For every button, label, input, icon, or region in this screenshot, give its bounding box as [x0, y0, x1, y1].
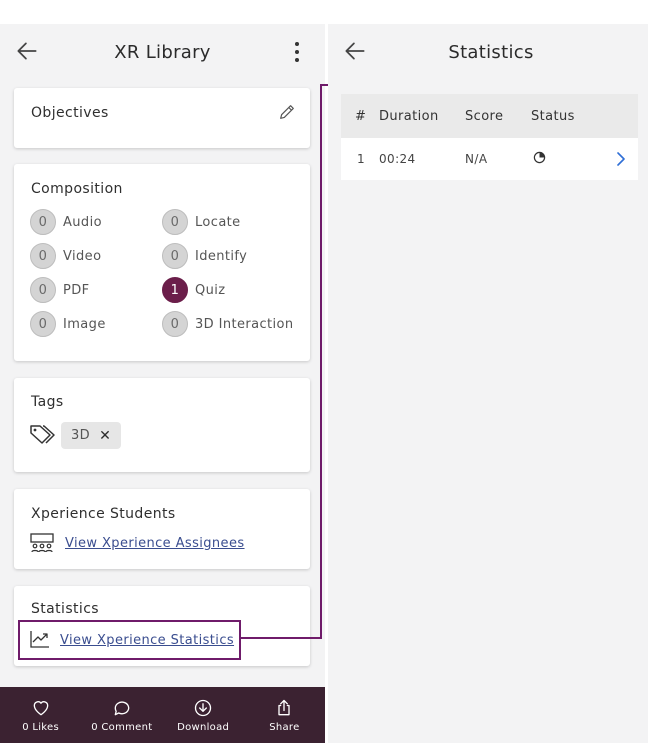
- composition-item: 1 Quiz: [162, 277, 226, 303]
- composition-item: 0 PDF: [30, 277, 90, 303]
- status-bar: [0, 0, 325, 24]
- statistics-table: # Duration Score Status 1 00:24 N/A: [341, 94, 638, 180]
- composition-count-badge: 0: [162, 243, 188, 269]
- classroom-icon: [30, 533, 54, 553]
- likes-label: 0 Likes: [22, 721, 60, 733]
- page-title: Statistics: [448, 41, 534, 63]
- table-header: # Duration Score Status: [341, 94, 638, 138]
- bottom-navigation: 0 Likes 0 Comment Download Share: [0, 687, 325, 743]
- app-bar: Statistics: [328, 24, 648, 80]
- composition-item-label: Locate: [195, 214, 241, 230]
- students-card: Xperience Students View Xperience Assign…: [14, 489, 310, 569]
- objectives-card: Objectives: [14, 88, 310, 148]
- download-label: Download: [177, 721, 230, 733]
- tag-chip: 3D ✕: [61, 422, 122, 449]
- download-button[interactable]: Download: [163, 687, 244, 743]
- composition-item-label: Quiz: [195, 282, 226, 298]
- back-arrow-icon[interactable]: [342, 38, 368, 64]
- page-title: XR Library: [114, 41, 211, 63]
- column-header-score: Score: [465, 108, 504, 124]
- tags-card: Tags 3D ✕: [14, 378, 310, 472]
- table-row[interactable]: 1 00:24 N/A: [341, 138, 638, 180]
- row-score: N/A: [465, 152, 488, 166]
- share-button[interactable]: Share: [244, 687, 325, 743]
- objectives-title: Objectives: [31, 105, 109, 121]
- composition-item: 0 Locate: [162, 209, 241, 235]
- more-options-icon[interactable]: [285, 38, 309, 66]
- composition-item-label: 3D Interaction: [195, 316, 294, 332]
- students-title: Xperience Students: [31, 506, 176, 522]
- share-label: Share: [269, 721, 300, 733]
- composition-item-label: Identify: [195, 248, 248, 264]
- statistics-highlight-box: [18, 620, 241, 660]
- composition-item-label: Audio: [63, 214, 102, 230]
- back-arrow-icon[interactable]: [14, 38, 40, 64]
- composition-count-badge: 0: [162, 311, 188, 337]
- remove-tag-icon[interactable]: ✕: [99, 428, 111, 444]
- tag-chip-label: 3D: [71, 428, 91, 443]
- statistics-title: Statistics: [31, 601, 99, 617]
- likes-button[interactable]: 0 Likes: [0, 687, 81, 743]
- composition-count-badge: 0: [30, 311, 56, 337]
- composition-count-badge: 0: [30, 243, 56, 269]
- comment-label: 0 Comment: [91, 721, 153, 733]
- statistics-screen: Statistics # Duration Score Status 1 00:…: [328, 0, 648, 743]
- composition-item-label: PDF: [63, 282, 90, 298]
- composition-title: Composition: [31, 181, 123, 197]
- composition-count-badge: 0: [30, 209, 56, 235]
- composition-count-badge: 1: [162, 277, 188, 303]
- composition-item: 0 3D Interaction: [162, 311, 294, 337]
- column-header-number: #: [355, 108, 367, 124]
- tag-icon: [30, 425, 55, 444]
- composition-item: 0 Audio: [30, 209, 102, 235]
- column-header-status: Status: [531, 108, 575, 124]
- composition-item: 0 Video: [30, 243, 101, 269]
- composition-item-label: Video: [63, 248, 102, 264]
- composition-item-label: Image: [63, 316, 106, 332]
- composition-count-badge: 0: [30, 277, 56, 303]
- comment-button[interactable]: 0 Comment: [81, 687, 162, 743]
- row-duration: 00:24: [379, 152, 416, 166]
- app-bar: XR Library: [0, 24, 325, 80]
- edit-pencil-icon[interactable]: [278, 103, 296, 121]
- share-icon: [278, 699, 291, 715]
- pie-progress-icon: [533, 151, 546, 164]
- chevron-right-icon[interactable]: [616, 152, 626, 166]
- download-icon: [194, 699, 212, 716]
- composition-item: 0 Image: [30, 311, 106, 337]
- view-assignees-link[interactable]: View Xperience Assignees: [65, 536, 245, 551]
- column-header-duration: Duration: [379, 108, 439, 124]
- composition-count-badge: 0: [162, 209, 188, 235]
- comment-icon: [114, 700, 130, 715]
- composition-card: Composition 0 Audio 0 Locate 0 Video 0 Identify…: [14, 164, 310, 361]
- status-bar: [328, 0, 648, 24]
- composition-item: 0 Identify: [162, 243, 247, 269]
- tags-title: Tags: [31, 394, 64, 410]
- row-number: 1: [357, 152, 366, 166]
- heart-icon: [33, 700, 48, 715]
